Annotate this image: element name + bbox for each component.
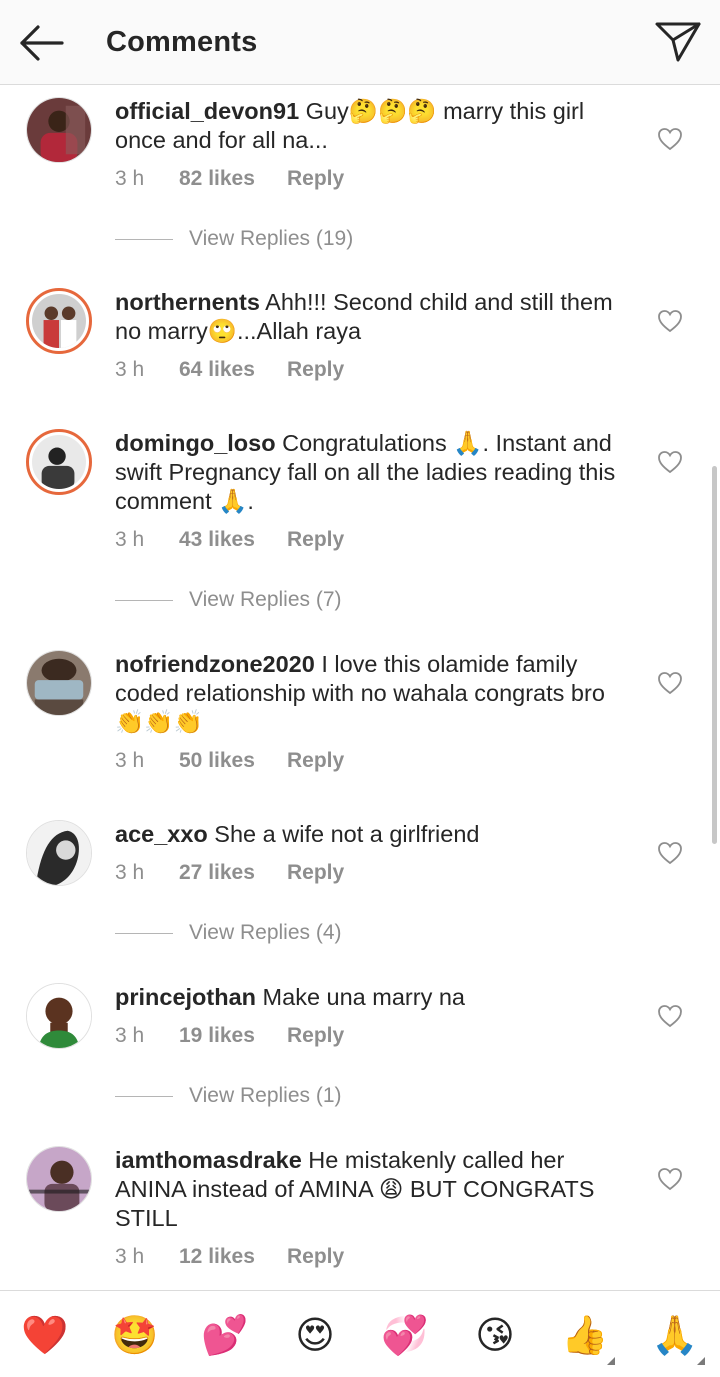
emoji-thumbs-up[interactable]: 👍 (561, 1311, 609, 1359)
back-button[interactable] (16, 22, 68, 66)
comment-likes[interactable]: 43 likes (179, 526, 287, 554)
reply-button[interactable]: Reply (287, 1245, 344, 1268)
comment-body: Make una marry na (256, 984, 465, 1010)
comment-meta: 3 h 12 likes Reply (115, 1243, 344, 1271)
reply-button[interactable]: Reply (287, 528, 344, 551)
avatar[interactable] (26, 650, 92, 716)
view-replies-label: View Replies (19) (189, 227, 354, 250)
comment-text: princejothan Make una marry na (115, 983, 640, 1012)
comment-username[interactable]: iamthomasdrake (115, 1147, 302, 1173)
avatar[interactable] (26, 288, 92, 354)
divider-line (115, 238, 173, 240)
heart-outline-icon (658, 672, 682, 695)
view-replies-button[interactable]: View Replies (19) (115, 225, 353, 253)
page-title: Comments (106, 26, 258, 58)
heart-outline-icon (658, 451, 682, 474)
comment-meta: 3 h 27 likes Reply (115, 859, 344, 887)
divider-line (115, 932, 173, 934)
comment-meta: 3 h 19 likes Reply (115, 1022, 344, 1050)
emoji-star-struck[interactable]: 🤩 (111, 1311, 159, 1359)
emoji-kissing-face[interactable]: 😘 (471, 1311, 519, 1359)
comment-username[interactable]: official_devon91 (115, 98, 299, 124)
emoji-red-heart[interactable]: ❤️ (21, 1311, 69, 1359)
direct-message-button[interactable] (652, 18, 704, 66)
like-button[interactable] (656, 1003, 684, 1029)
avatar[interactable] (26, 429, 92, 495)
emoji-revolving-hearts[interactable]: 💞 (381, 1311, 429, 1359)
skin-tone-indicator (697, 1357, 705, 1365)
heart-outline-icon (658, 128, 682, 151)
heart-outline-icon (658, 842, 682, 865)
comment-body: She a wife not a girlfriend (207, 821, 480, 847)
reply-button[interactable]: Reply (287, 1024, 344, 1047)
comment-username[interactable]: domingo_loso (115, 430, 276, 456)
comment-likes[interactable]: 12 likes (179, 1243, 287, 1271)
comment-meta: 3 h 64 likes Reply (115, 356, 344, 384)
like-button[interactable] (656, 308, 684, 334)
divider-line (115, 1095, 173, 1097)
comment-time: 3 h (115, 167, 145, 190)
like-button[interactable] (656, 449, 684, 475)
paper-plane-icon (655, 22, 701, 62)
comment-likes[interactable]: 64 likes (179, 356, 287, 384)
reply-button[interactable]: Reply (287, 861, 344, 884)
top-bar: Comments (0, 0, 720, 85)
view-replies-label: View Replies (7) (189, 588, 342, 611)
comment-time: 3 h (115, 1245, 145, 1268)
comment-list[interactable]: official_devon91 Guy🤔🤔🤔 marry this girl … (0, 85, 720, 1290)
comment-meta: 3 h 43 likes Reply (115, 526, 344, 554)
avatar[interactable] (26, 983, 92, 1049)
comment-time: 3 h (115, 1024, 145, 1047)
emoji-two-hearts[interactable]: 💕 (201, 1311, 249, 1359)
scrollbar-thumb[interactable] (712, 466, 717, 844)
view-replies-button[interactable]: View Replies (7) (115, 586, 342, 614)
like-button[interactable] (656, 840, 684, 866)
like-button[interactable] (656, 126, 684, 152)
comment-time: 3 h (115, 358, 145, 381)
heart-outline-icon (658, 1168, 682, 1191)
comment-username[interactable]: northernents (115, 289, 260, 315)
comment-username[interactable]: princejothan (115, 984, 256, 1010)
emoji-heart-eyes[interactable]: 😍 (291, 1311, 339, 1359)
view-replies-button[interactable]: View Replies (1) (115, 1082, 342, 1110)
comment-likes[interactable]: 19 likes (179, 1022, 287, 1050)
comment-text: nofriendzone2020 I love this olamide fam… (115, 650, 640, 737)
comment-likes[interactable]: 27 likes (179, 859, 287, 887)
reply-button[interactable]: Reply (287, 749, 344, 772)
comment-username[interactable]: ace_xxo (115, 821, 208, 847)
comment-likes[interactable]: 50 likes (179, 747, 287, 775)
comment-username[interactable]: nofriendzone2020 (115, 651, 315, 677)
heart-outline-icon (658, 310, 682, 333)
arrow-left-icon (20, 25, 64, 61)
avatar[interactable] (26, 820, 92, 886)
comment-text: ace_xxo She a wife not a girlfriend (115, 820, 640, 849)
comment-text: iamthomasdrake He mistakenly called her … (115, 1146, 640, 1233)
comment-likes[interactable]: 82 likes (179, 165, 287, 193)
view-replies-button[interactable]: View Replies (4) (115, 919, 342, 947)
comment-text: northernents Ahh!!! Second child and sti… (115, 288, 640, 346)
divider-line (115, 599, 173, 601)
comment-text: official_devon91 Guy🤔🤔🤔 marry this girl … (115, 97, 640, 155)
comment-meta: 3 h 82 likes Reply (115, 165, 344, 193)
comment-meta: 3 h 50 likes Reply (115, 747, 344, 775)
reply-button[interactable]: Reply (287, 358, 344, 381)
avatar[interactable] (26, 1146, 92, 1212)
comment-time: 3 h (115, 861, 145, 884)
comment-text: domingo_loso Congratulations 🙏. Instant … (115, 429, 640, 516)
skin-tone-indicator (607, 1357, 615, 1365)
like-button[interactable] (656, 670, 684, 696)
comment-time: 3 h (115, 528, 145, 551)
emoji-quick-bar: ❤️ 🤩 💕 😍 💞 😘 👍 🙏 (0, 1290, 720, 1377)
emoji-folded-hands[interactable]: 🙏 (651, 1311, 699, 1359)
view-replies-label: View Replies (4) (189, 921, 342, 944)
comment-time: 3 h (115, 749, 145, 772)
heart-outline-icon (658, 1005, 682, 1028)
like-button[interactable] (656, 1166, 684, 1192)
avatar[interactable] (26, 97, 92, 163)
view-replies-label: View Replies (1) (189, 1084, 342, 1107)
reply-button[interactable]: Reply (287, 167, 344, 190)
